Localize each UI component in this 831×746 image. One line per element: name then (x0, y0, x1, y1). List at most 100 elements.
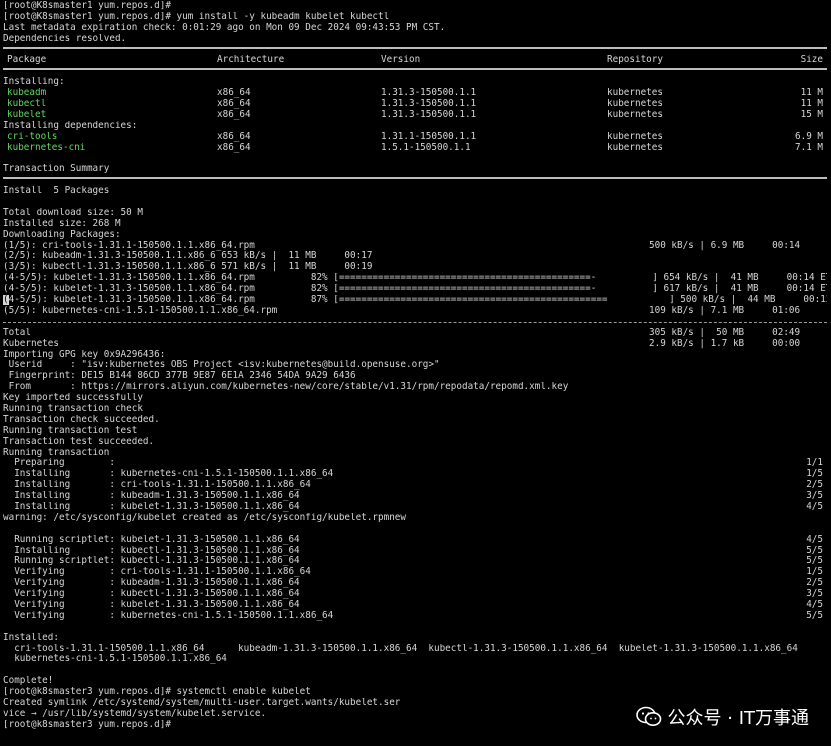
total-row-right: 305 kB/s | 50 MB 02:49 (649, 327, 801, 338)
transaction-step: Running scriptlet: kubelet-1.31.3-150500… (3, 535, 827, 546)
transaction-step: Verifying : kubelet-1.31.3-150500.1.1.x8… (3, 600, 827, 611)
package-arch: x86_64 (217, 88, 251, 99)
installing-label: Installing: (3, 77, 827, 88)
transaction-step-right: 3/5 (806, 491, 823, 502)
separator (3, 45, 827, 56)
watermark: 公众号 · IT万事通 (635, 704, 809, 730)
installed-title: Installed: (3, 633, 827, 644)
download-size: Total download size: 50 M (3, 208, 827, 219)
package-size: 11 M (800, 99, 823, 110)
package-version: 1.31.3-150500.1.1 (381, 99, 477, 110)
prompt-line: [root@K8smaster1 yum.repos.d]# (3, 1, 827, 12)
transaction-step-left: Running scriptlet: kubelet-1.31.3-150500… (3, 534, 300, 545)
table-row: cri-tools x86_64 1.31.1-150500.1.1 kubernet… (3, 132, 827, 143)
download-row: (4-5/5): kubelet-1.31.3-150500.1.1.x86_6… (3, 273, 827, 284)
log-text: Running transaction check (3, 403, 143, 414)
installed-list-1: cri-tools-1.31.1-150500.1.1.x86_64 kubea… (3, 644, 827, 655)
transaction-step-left: Verifying : cri-tools-1.31.1-150500.1.1.… (3, 567, 311, 578)
total-row: Total 305 kB/s | 50 MB 02:49 (3, 328, 827, 339)
transaction-step-left: Installing : kubelet-1.31.3-150500.1.1.x… (3, 501, 300, 512)
log-text: Userid : "isv:kubernetes OBS Project <is… (3, 360, 440, 371)
transaction-step-right: 1/5 (806, 469, 823, 480)
transaction-step-right: 4/5 (806, 534, 823, 545)
col-size: Size (800, 55, 823, 66)
package-version: 1.5.1-150500.1.1 (381, 142, 471, 153)
transaction-step: Verifying : kubernetes-cni-1.5.1-150500.… (3, 611, 827, 622)
package-repo: kubernetes (607, 131, 663, 142)
download-row-left: (5/5): kubernetes-cni-1.5.1-150500.1.1.x… (3, 305, 278, 316)
install-count-text: Install 5 Packages (3, 186, 110, 197)
terminal-output[interactable]: [root@K8smaster1 yum.repos.d]# [root@K8s… (3, 1, 827, 731)
download-row: (2/5): kubeadm-1.31.3-150500.1.1.x86_6 6… (3, 251, 827, 262)
package-name: cri-tools (7, 131, 58, 142)
download-row: (4-5/5): kubelet-1.31.3-150500.1.1.x86_6… (3, 295, 827, 306)
download-row-right: 109 kB/s | 7.1 MB 01:06 (649, 305, 801, 316)
download-row: (5/5): kubernetes-cni-1.5.1-150500.1.1.x… (3, 306, 827, 317)
package-size: 7.1 M (795, 142, 823, 153)
package-name: kubernetes-cni (7, 142, 86, 153)
complete-line: Complete! (3, 676, 827, 687)
installed-size-text: Installed size: 268 M (3, 218, 121, 229)
watermark-text: 公众号 · IT万事通 (667, 708, 809, 729)
package-arch: x86_64 (217, 109, 251, 120)
transaction-step: Installing : kubeadm-1.31.3-150500.1.1.x… (3, 491, 827, 502)
total-row: Kubernetes 2.9 kB/s | 1.7 kB 00:00 (3, 339, 827, 350)
transaction-step-right: 5/5 (806, 610, 823, 621)
installed-size: Installed size: 268 M (3, 219, 827, 230)
package-size: 11 M (800, 88, 823, 99)
log-line: Userid : "isv:kubernetes OBS Project <is… (3, 360, 827, 371)
table-row: kubeadm x86_64 1.31.3-150500.1.1 kubernetes… (3, 88, 827, 99)
transaction-step: Installing : kubernetes-cni-1.5.1-150500… (3, 469, 827, 480)
resolved-text: Dependencies resolved. (3, 33, 127, 44)
log-line: Transaction check succeeded. (3, 415, 827, 426)
install-count: Install 5 Packages (3, 186, 827, 197)
command: [root@K8smaster1 yum.repos.d]# yum insta… (3, 11, 390, 22)
transaction-step-left: Verifying : kubernetes-cni-1.5.1-150500.… (3, 610, 334, 621)
command-line: [root@k8smaster3 yum.repos.d]# systemctl… (3, 687, 827, 698)
download-row-left: 4-5/5): kubelet-1.31.3-150500.1.1.x86_64… (8, 295, 827, 306)
log-line: Running transaction test (3, 426, 827, 437)
log-line: Transaction test succeeded. (3, 437, 827, 448)
download-row: (4-5/5): kubelet-1.31.3-150500.1.1.x86_6… (3, 284, 827, 295)
transaction-step-left: Verifying : kubeadm-1.31.3-150500.1.1.x8… (3, 578, 300, 589)
transaction-step-right: 1/1 (806, 458, 823, 469)
log-line: Key imported successfully (3, 393, 827, 404)
transaction-step: Verifying : kubectl-1.31.3-150500.1.1.x8… (3, 589, 827, 600)
transaction-step-left: Preparing : (3, 458, 115, 469)
complete-text: Complete! (3, 676, 54, 687)
total-row-left: Kubernetes (3, 338, 59, 349)
package-name: kubectl (7, 99, 47, 110)
transaction-step: Installing : kubectl-1.31.3-150500.1.1.x… (3, 546, 827, 557)
transaction-step-left: Installing : kubernetes-cni-1.5.1-150500… (3, 469, 334, 480)
download-row: (3/5): kubectl-1.31.3-150500.1.1.x86_6 5… (3, 262, 827, 273)
transaction-step-left: Installing : cri-tools-1.31.1-150500.1.1… (3, 480, 311, 491)
summary-title: Transaction Summary (3, 164, 827, 175)
transaction-step: Verifying : cri-tools-1.31.1-150500.1.1.… (3, 567, 827, 578)
transaction-step-right: 5/5 (806, 556, 823, 567)
command: [root@k8smaster3 yum.repos.d]# systemctl… (3, 687, 311, 698)
log-text: Running transaction (3, 447, 110, 458)
package-arch: x86_64 (217, 131, 251, 142)
installing-deps-label: Installing dependencies: (3, 121, 827, 132)
package-version: 1.31.3-150500.1.1 (381, 109, 477, 120)
transaction-step-right: 4/5 (806, 599, 823, 610)
transaction-step-right: 2/5 (806, 480, 823, 491)
installing-text: Installing: (3, 77, 65, 88)
log-text: Transaction test succeeded. (3, 436, 155, 447)
warning-text: warning: /etc/sysconfig/kubelet created … (3, 512, 406, 523)
symlink-text: Created symlink /etc/systemd/system/mult… (3, 698, 401, 708)
log-line: Importing GPG key 0x9A296436: (3, 350, 827, 361)
package-size: 6.9 M (795, 131, 823, 142)
installed-list-2: kubernetes-cni-1.5.1-150500.1.1.x86_64 (3, 654, 827, 665)
transaction-step-right: 5/5 (806, 545, 823, 556)
transaction-step: Installing : kubelet-1.31.3-150500.1.1.x… (3, 502, 827, 513)
log-line: Running transaction (3, 448, 827, 459)
total-row-right: 2.9 kB/s | 1.7 kB 00:00 (649, 338, 801, 349)
package-repo: kubernetes (607, 99, 663, 110)
col-repo: Repository (607, 55, 663, 66)
download-row-left: (4-5/5): kubelet-1.31.3-150500.1.1.x86_6… (3, 273, 827, 284)
installing-deps-text: Installing dependencies: (3, 120, 138, 131)
